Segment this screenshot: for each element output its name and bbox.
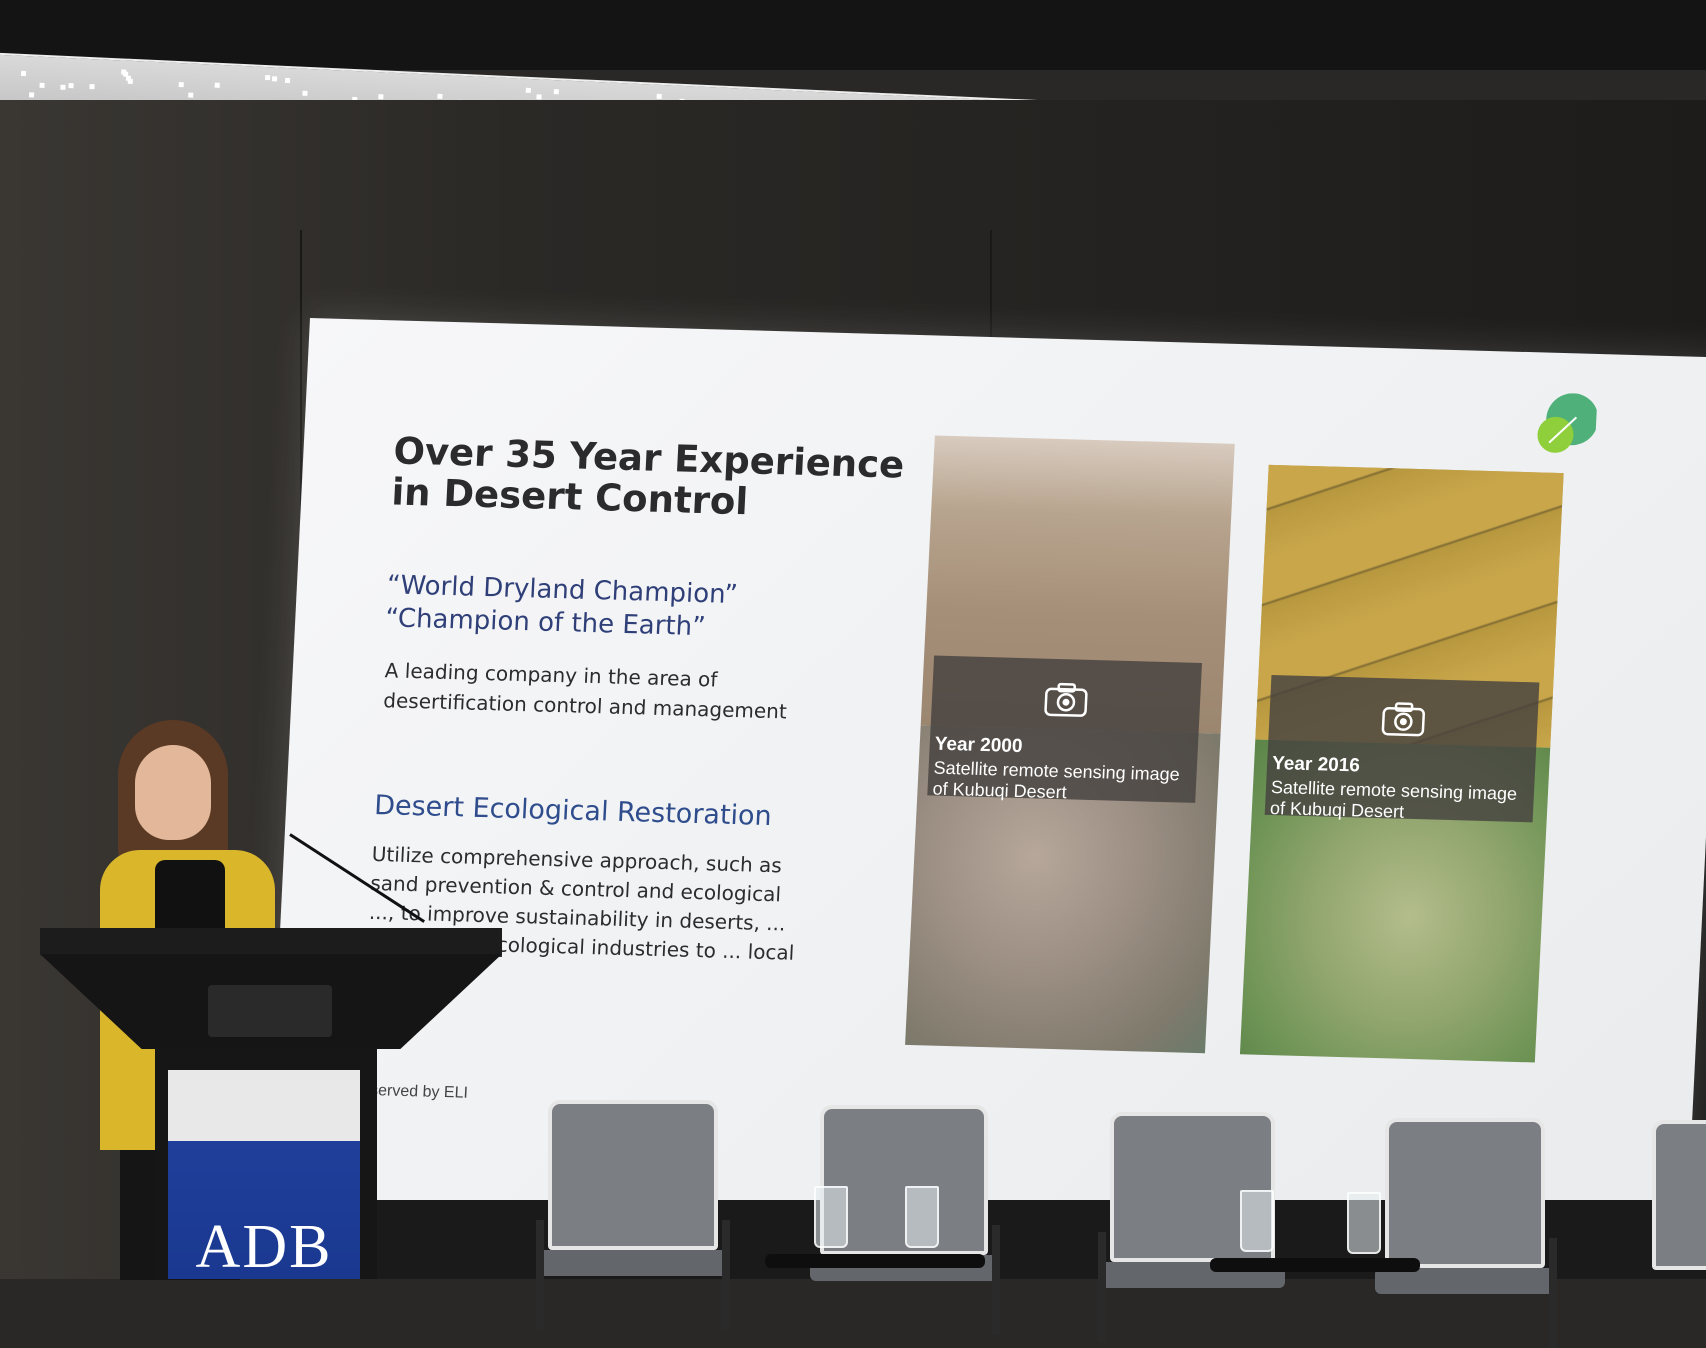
ceiling-light-dot	[378, 94, 384, 100]
ceiling-light-dot	[302, 90, 308, 96]
caption-2016: Year 2016 Satellite remote sensing image…	[1264, 674, 1540, 823]
company-description: A leading company in the area of deserti…	[382, 658, 788, 724]
ceiling-light-dot	[284, 77, 291, 84]
ceiling-light-dot	[214, 82, 220, 88]
ceiling-light-dot	[60, 84, 66, 90]
chair-arm	[1549, 1238, 1557, 1348]
ceiling-light-dot	[178, 82, 184, 88]
chair	[536, 1100, 730, 1330]
chair-back	[1385, 1118, 1545, 1268]
chair-arm	[722, 1220, 730, 1330]
caption-text: Satellite remote sensing image of Kubuqi…	[1269, 777, 1518, 822]
projection-screen: Over 35 Year Experience in Desert Contro…	[266, 318, 1706, 1242]
ceiling-light-dot	[127, 78, 133, 84]
podium-top	[40, 928, 502, 957]
speaker-face	[135, 745, 211, 840]
caption-text: Satellite remote sensing image of Kubuqi…	[932, 757, 1181, 803]
ceiling-light-dot	[39, 82, 45, 88]
ceiling-light-dot	[265, 74, 271, 81]
caption-year: Year 2000	[934, 733, 1023, 758]
caption-year: Year 2016	[1271, 753, 1361, 777]
award-champion-of-the-earth: “Champion of the Earth”	[384, 603, 707, 643]
water-glass	[814, 1186, 848, 1248]
ceiling-light-dot	[89, 84, 95, 90]
adb-logo-panel: ADB	[168, 1070, 360, 1281]
ceiling-light-dot	[553, 89, 559, 95]
adb-logo-text: ADB	[195, 1213, 333, 1281]
chair-arm	[1098, 1232, 1106, 1342]
side-table	[1210, 1258, 1420, 1272]
podium-plate	[208, 985, 332, 1037]
water-glass	[905, 1186, 939, 1248]
ceiling	[0, 0, 1706, 70]
leaf-logo	[1534, 392, 1599, 461]
ceiling-light-dot	[536, 94, 542, 100]
chair-back	[548, 1100, 718, 1250]
ceiling-light-dot	[656, 93, 662, 99]
ceiling-light-dot	[525, 87, 531, 94]
ceiling-light-dot	[188, 92, 194, 98]
ceiling-light-dot	[68, 83, 74, 89]
chair	[1375, 1118, 1557, 1348]
chair-arm	[992, 1225, 1000, 1335]
ceiling-light-dot	[437, 93, 443, 100]
caption-2000: Year 2000 Satellite remote sensing image…	[927, 655, 1203, 803]
ceiling-light-dot	[271, 76, 278, 82]
section-heading: Desert Ecological Restoration	[373, 789, 773, 833]
chair	[1652, 1120, 1706, 1279]
chair-arm	[536, 1220, 544, 1330]
camera-icon	[1380, 700, 1426, 742]
water-glass	[1240, 1190, 1274, 1252]
ceiling-light-dot	[28, 92, 35, 98]
chair-seat	[538, 1250, 728, 1276]
chair-back	[1652, 1120, 1706, 1270]
side-table	[765, 1254, 985, 1268]
slide-title: Over 35 Year Experience in Desert Contro…	[390, 429, 906, 524]
ceiling-light-dot	[20, 70, 27, 77]
water-glass	[1347, 1192, 1381, 1254]
camera-icon	[1043, 681, 1089, 723]
